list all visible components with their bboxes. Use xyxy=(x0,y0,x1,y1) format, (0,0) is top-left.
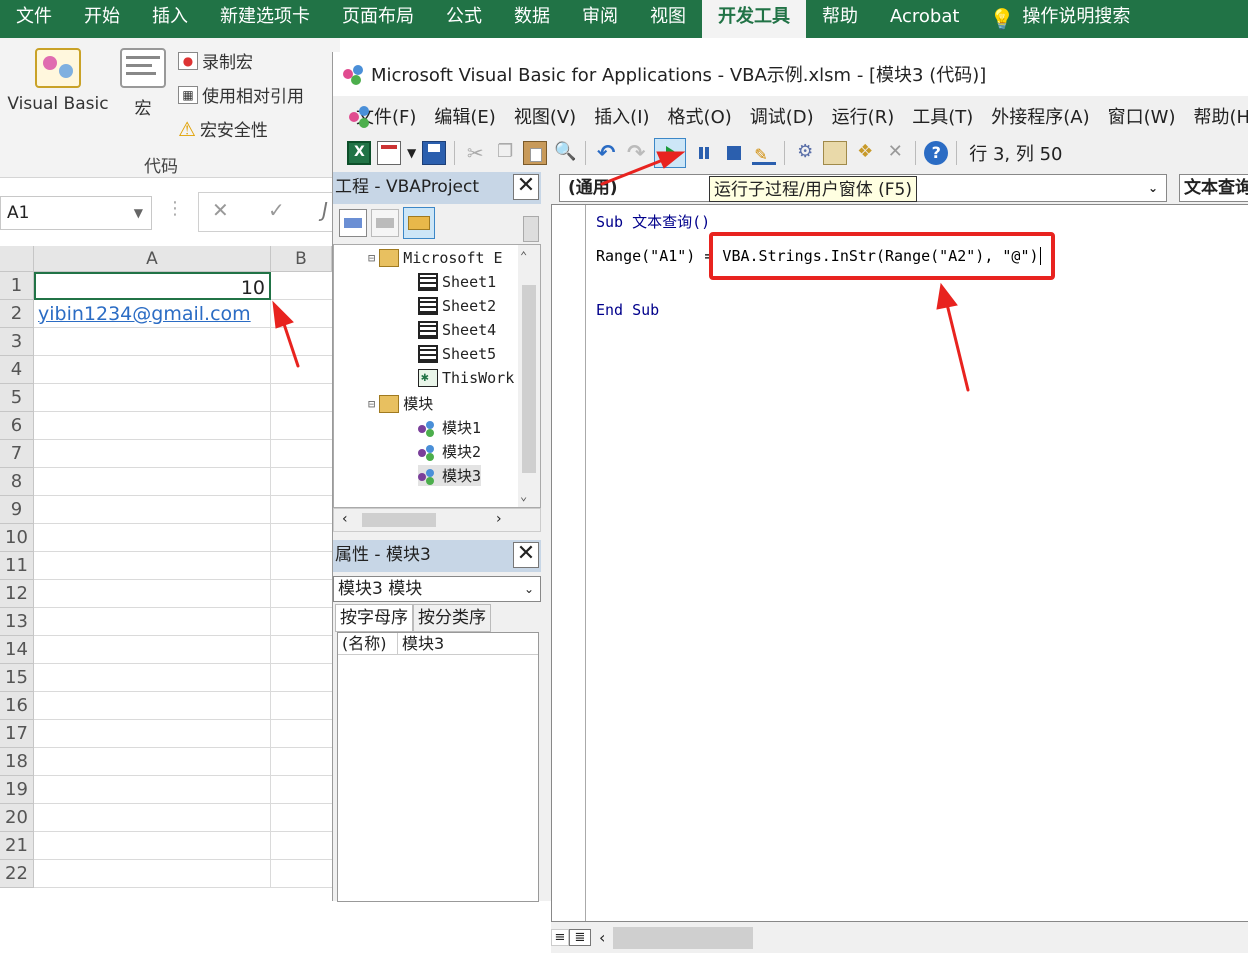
code-hscroll[interactable]: ≡ ≣ ‹ xyxy=(551,922,1248,953)
procedure-view-icon[interactable]: ≡ xyxy=(551,929,569,946)
full-module-view-icon[interactable]: ≣ xyxy=(569,929,591,946)
annotation-arrows xyxy=(272,151,970,392)
arrow-head-code xyxy=(936,282,958,310)
arrow-head-run xyxy=(656,151,686,169)
code-hscroll-thumb[interactable] xyxy=(613,926,754,949)
arrow-head-a1 xyxy=(272,300,294,329)
scroll-left-icon[interactable]: ‹ xyxy=(599,928,605,947)
